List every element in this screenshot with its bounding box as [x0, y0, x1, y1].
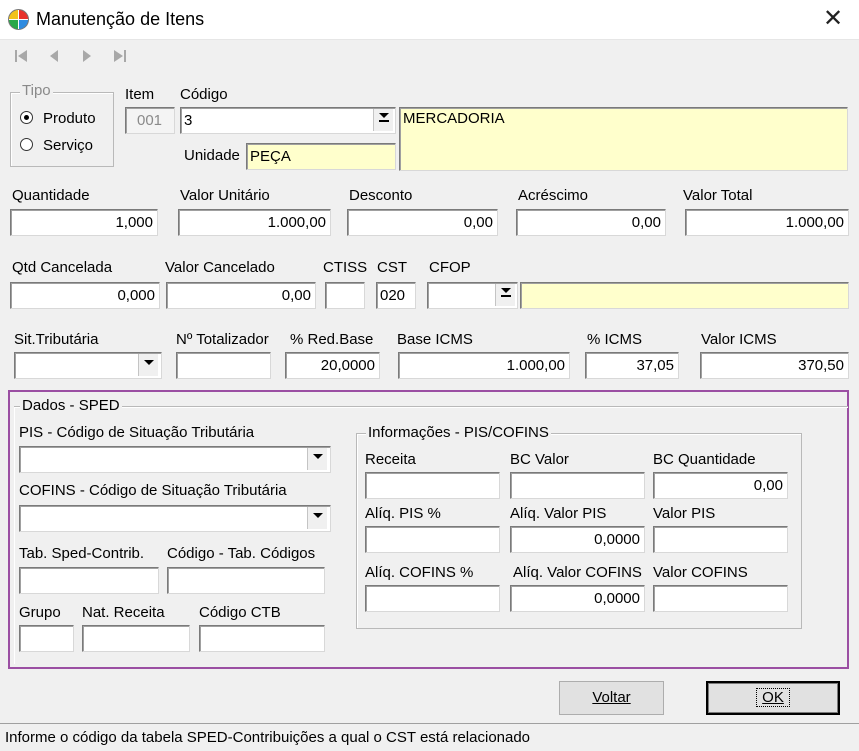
red-base-field[interactable]: 20,0000 [285, 352, 380, 379]
base-icms-field[interactable]: 1.000,00 [398, 352, 570, 379]
produto-label: Produto [43, 110, 96, 127]
cfop-lookup-icon[interactable] [495, 284, 515, 306]
unidade-field: PEÇA [246, 143, 396, 170]
codigo-tab-label: Código - Tab. Códigos [167, 545, 316, 562]
valor-pis-field[interactable] [653, 526, 788, 553]
codigo-tab-field[interactable] [167, 567, 325, 594]
desconto-label: Desconto [349, 187, 413, 204]
pct-icms-label: % ICMS [587, 331, 643, 348]
bc-valor-label: BC Valor [510, 451, 569, 468]
voltar-button[interactable]: Voltar [559, 681, 664, 715]
codigo-description: MERCADORIA [399, 107, 848, 171]
tipo-group [10, 92, 114, 167]
codigo-ctb-field[interactable] [199, 625, 325, 652]
servico-label: Serviço [43, 137, 94, 154]
acrescimo-field[interactable]: 0,00 [516, 209, 666, 236]
bc-quantidade-label: BC Quantidade [653, 451, 756, 468]
valor-unitario-label: Valor Unitário [180, 187, 270, 204]
pis-cst-label: PIS - Código de Situação Tributária [19, 424, 255, 441]
bc-quantidade-field[interactable]: 0,00 [653, 472, 788, 499]
qtd-cancelada-label: Qtd Cancelada [12, 259, 113, 276]
aliq-pis-field[interactable] [365, 526, 500, 553]
red-base-label: % Red.Base [290, 331, 374, 348]
base-icms-label: Base ICMS [397, 331, 473, 348]
sit-tributaria-label: Sit.Tributária [14, 331, 99, 348]
sped-legend: Dados - SPED [20, 397, 122, 414]
n-totalizador-field[interactable] [176, 352, 271, 379]
first-record-icon[interactable] [10, 48, 32, 70]
tab-sped-label: Tab. Sped-Contrib. [19, 545, 145, 562]
qtd-cancelada-field[interactable]: 0,000 [10, 282, 160, 309]
cofins-cst-select[interactable] [19, 505, 331, 532]
tipo-legend: Tipo [20, 82, 53, 99]
last-record-icon[interactable] [109, 48, 131, 70]
app-logo-icon [8, 9, 29, 30]
valor-icms-field[interactable]: 370,50 [700, 352, 849, 379]
aliq-cofins-field[interactable] [365, 585, 500, 612]
valor-pis-label: Valor PIS [653, 505, 716, 522]
valor-unitario-field[interactable]: 1.000,00 [178, 209, 331, 236]
tab-sped-field[interactable] [19, 567, 159, 594]
n-totalizador-label: Nº Totalizador [176, 331, 269, 348]
close-icon[interactable]: ✕ [818, 4, 848, 34]
info-pis-cofins-legend: Informações - PIS/COFINS [366, 424, 551, 441]
quantidade-label: Quantidade [12, 187, 90, 204]
valor-total-field[interactable]: 1.000,00 [685, 209, 849, 236]
aliq-cofins-label: Alíq. COFINS % [365, 564, 474, 581]
valor-cancelado-field[interactable]: 0,00 [166, 282, 316, 309]
valor-cancelado-label: Valor Cancelado [165, 259, 275, 276]
codigo-field[interactable]: 3 [180, 107, 396, 134]
pct-icms-field[interactable]: 37,05 [585, 352, 679, 379]
item-label: Item [125, 86, 155, 103]
cofins-chevron-down-icon[interactable] [307, 507, 327, 529]
aliq-valor-cofins-field[interactable]: 0,0000 [510, 585, 645, 612]
previous-record-icon[interactable] [43, 48, 65, 70]
unidade-label: Unidade [184, 147, 240, 164]
ok-label: OK [756, 688, 790, 707]
cofins-cst-label: COFINS - Código de Situação Tributária [19, 482, 287, 499]
aliq-valor-cofins-label: Alíq. Valor COFINS [513, 564, 642, 581]
cfop-description [520, 282, 849, 309]
next-record-icon[interactable] [76, 48, 98, 70]
ok-button[interactable]: OK [706, 681, 840, 715]
servico-radio[interactable] [20, 138, 33, 151]
pis-chevron-down-icon[interactable] [307, 448, 327, 470]
aliq-valor-pis-field[interactable]: 0,0000 [510, 526, 645, 553]
status-text: Informe o código da tabela SPED-Contribu… [5, 729, 531, 746]
desconto-field[interactable]: 0,00 [347, 209, 498, 236]
receita-label: Receita [365, 451, 416, 468]
cfop-label: CFOP [429, 259, 471, 276]
codigo-label: Código [180, 86, 228, 103]
receita-field[interactable] [365, 472, 500, 499]
valor-icms-label: Valor ICMS [701, 331, 777, 348]
codigo-value: 3 [184, 112, 193, 129]
pis-cst-select[interactable] [19, 446, 331, 473]
aliq-pis-label: Alíq. PIS % [365, 505, 441, 522]
grupo-field[interactable] [19, 625, 74, 652]
codigo-ctb-label: Código CTB [199, 604, 281, 621]
ctiss-field[interactable] [325, 282, 365, 309]
produto-radio[interactable] [20, 111, 33, 124]
grupo-label: Grupo [19, 604, 61, 621]
quantidade-field[interactable]: 1,000 [10, 209, 158, 236]
nat-receita-field[interactable] [82, 625, 190, 652]
valor-cofins-label: Valor COFINS [653, 564, 748, 581]
valor-cofins-field[interactable] [653, 585, 788, 612]
cst-field[interactable]: 020 [376, 282, 416, 309]
bc-valor-field[interactable] [510, 472, 645, 499]
window-title: Manutenção de Itens [36, 9, 205, 29]
item-field: 001 [125, 107, 175, 134]
acrescimo-label: Acréscimo [518, 187, 589, 204]
cst-label: CST [377, 259, 407, 276]
aliq-valor-pis-label: Alíq. Valor PIS [510, 505, 607, 522]
ctiss-label: CTISS [323, 259, 368, 276]
nat-receita-label: Nat. Receita [82, 604, 165, 621]
chevron-down-icon[interactable] [138, 354, 158, 376]
valor-total-label: Valor Total [683, 187, 753, 204]
codigo-lookup-icon[interactable] [373, 109, 393, 131]
